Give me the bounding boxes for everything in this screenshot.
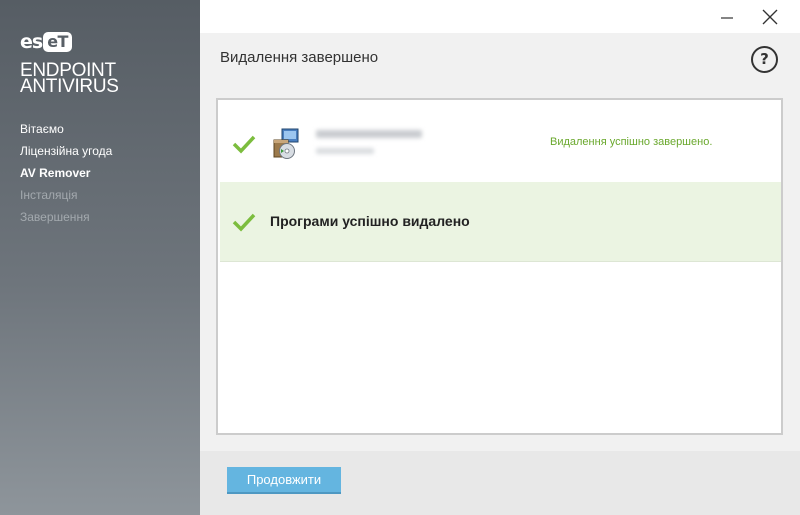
wizard-steps: Вітаємо Ліцензійна угода AV Remover Інст… bbox=[20, 122, 112, 232]
checkmark-icon bbox=[232, 213, 256, 232]
app-name-redacted bbox=[316, 130, 422, 138]
summary-row: Програми успішно видалено bbox=[220, 182, 781, 262]
minimize-button[interactable] bbox=[716, 7, 738, 27]
close-button[interactable] bbox=[760, 7, 780, 27]
help-button[interactable]: ? bbox=[751, 46, 778, 73]
eset-logo-text: es bbox=[20, 31, 43, 53]
minimize-icon bbox=[721, 17, 733, 19]
footer: Продовжити bbox=[200, 451, 800, 515]
step-welcome: Вітаємо bbox=[20, 122, 64, 136]
eset-logo: es eT ENDPOINT ANTIVIRUS bbox=[20, 30, 119, 97]
header-bar: Видалення завершено ? bbox=[200, 33, 800, 86]
content-area: Видалення успішно завершено. Програми ус… bbox=[200, 86, 800, 451]
product-name: ENDPOINT ANTIVIRUS bbox=[20, 61, 119, 97]
product-name-line2: ANTIVIRUS bbox=[20, 76, 119, 97]
results-panel: Видалення успішно завершено. Програми ус… bbox=[216, 98, 783, 435]
close-icon bbox=[762, 9, 778, 25]
continue-button[interactable]: Продовжити bbox=[227, 467, 341, 494]
removal-status: Видалення успішно завершено. bbox=[550, 136, 713, 148]
step-license: Ліцензійна угода bbox=[20, 144, 113, 158]
eset-logo-mark: es eT bbox=[20, 30, 119, 54]
sidebar: es eT ENDPOINT ANTIVIRUS Вітаємо Ліцензі… bbox=[0, 0, 200, 515]
app-version-redacted bbox=[316, 148, 374, 154]
step-av-remover: AV Remover bbox=[20, 166, 91, 180]
eset-logo-badge: eT bbox=[43, 32, 72, 52]
checkmark-icon bbox=[232, 135, 256, 154]
step-installation: Інсталяція bbox=[20, 188, 78, 202]
step-finish: Завершення bbox=[20, 210, 90, 224]
removed-app-row: Видалення успішно завершено. bbox=[218, 100, 781, 182]
page-title: Видалення завершено bbox=[220, 49, 379, 66]
installer-package-icon bbox=[273, 128, 299, 159]
summary-text: Програми успішно видалено bbox=[270, 213, 470, 229]
